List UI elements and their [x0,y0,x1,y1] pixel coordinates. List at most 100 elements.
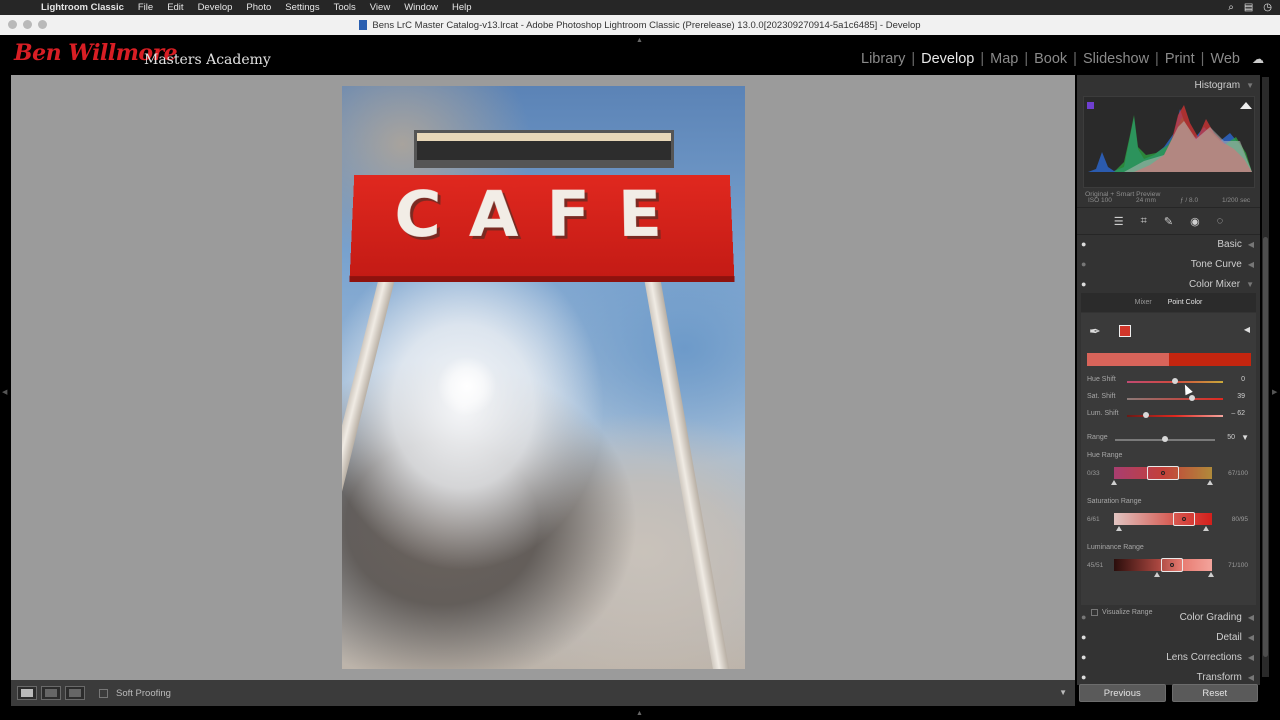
shadow-clipping-icon[interactable] [1087,102,1094,109]
minimize-window-button[interactable] [23,20,32,29]
right-panel-scrollbar[interactable] [1262,77,1269,677]
transform-panel-header[interactable]: ● Transform ◀ [1077,667,1260,685]
close-window-button[interactable] [8,20,17,29]
lum-shift-knob[interactable] [1143,412,1150,418]
scrollbar-thumb[interactable] [1263,237,1268,657]
tab-point-color[interactable]: Point Color [1168,299,1203,306]
sat-shift-knob[interactable] [1189,395,1196,401]
luminance-range-bar[interactable] [1114,558,1212,572]
menu-settings[interactable]: Settings [278,2,326,13]
hue-range-selector[interactable] [1147,466,1179,480]
eye-icon[interactable]: ● [1081,259,1086,269]
toolbar-menu-icon[interactable]: ▼ [1059,688,1067,697]
sat-shift-value[interactable]: 39 [1237,393,1245,400]
basic-label: Basic [1217,238,1242,250]
menu-develop[interactable]: Develop [191,2,240,13]
basic-panel-header[interactable]: ● Basic ◀ [1077,234,1260,254]
lum-shift-slider[interactable]: Lum. Shift – 62 [1087,409,1251,421]
panel-footer: Previous Reset [1077,684,1260,706]
color-swatch[interactable] [1119,325,1131,337]
tone-curve-label: Tone Curve [1190,258,1242,270]
tone-curve-panel-header[interactable]: ● Tone Curve ◀ [1077,254,1260,274]
module-library[interactable]: Library [861,51,905,67]
sat-shift-label: Sat. Shift [1087,393,1116,400]
module-book[interactable]: Book [1034,51,1067,67]
saturation-range-left-handle[interactable] [1116,526,1122,531]
eyedropper-icon[interactable]: ✒ [1089,323,1105,339]
iso-value: ISO 100 [1088,197,1112,204]
module-develop[interactable]: Develop [921,51,974,67]
histogram-header[interactable]: Histogram ▼ [1077,75,1260,95]
hue-range-bar[interactable] [1114,466,1212,480]
saturation-range-right-handle[interactable] [1203,526,1209,531]
module-map[interactable]: Map [990,51,1018,67]
range-value[interactable]: 50 [1227,434,1235,441]
range-knob[interactable] [1162,436,1168,442]
tab-mixer[interactable]: Mixer [1135,299,1152,306]
hue-shift-knob[interactable] [1172,378,1178,384]
hue-shift-value[interactable]: 0 [1241,376,1245,383]
menu-tools[interactable]: Tools [327,2,363,13]
eye-icon[interactable]: ● [1081,652,1086,662]
cloud-sync-icon[interactable]: ☁ [1252,52,1264,66]
photo[interactable]: CAFE [342,86,745,669]
luminance-range-right-handle[interactable] [1208,572,1214,577]
menu-view[interactable]: View [363,2,397,13]
crop-icon[interactable]: ⌗ [1141,215,1147,228]
before-after-view-button[interactable] [41,686,61,700]
edit-sliders-icon[interactable]: ☰ [1114,215,1124,228]
masking-icon[interactable]: ◌ [1217,215,1224,227]
previous-button[interactable]: Previous [1079,684,1166,702]
luminance-range-left-handle[interactable] [1154,572,1160,577]
module-web[interactable]: Web [1210,51,1240,67]
eye-icon[interactable]: ● [1081,239,1086,249]
lum-shift-track[interactable] [1127,415,1223,417]
range-expand-icon[interactable]: ▼ [1241,433,1249,442]
menu-help[interactable]: Help [445,2,479,13]
saturation-range-selector[interactable] [1173,512,1195,526]
reset-button[interactable]: Reset [1171,684,1258,702]
menu-photo[interactable]: Photo [239,2,278,13]
lens-corrections-panel-header[interactable]: ● Lens Corrections ◀ [1077,647,1260,667]
collapse-icon: ◀ [1247,612,1254,622]
eye-icon[interactable]: ● [1081,612,1086,622]
hue-shift-slider[interactable]: Hue Shift 0 [1087,375,1251,387]
image-canvas[interactable]: CAFE [11,75,1075,680]
lum-shift-value[interactable]: – 62 [1231,410,1245,417]
before-after-swap-button[interactable] [65,686,85,700]
eye-icon[interactable]: ● [1081,672,1086,682]
control-center-icon[interactable]: ▤ [1244,2,1253,13]
luminance-range-selector[interactable] [1161,558,1183,572]
menu-window[interactable]: Window [397,2,445,13]
hue-range-left-handle[interactable] [1111,480,1117,485]
menu-file[interactable]: File [131,2,160,13]
saturation-range-bar[interactable] [1114,512,1212,526]
hue-range-right-handle[interactable] [1207,480,1213,485]
histogram[interactable]: ISO 100 24 mm ƒ / 8.0 1/200 sec [1083,96,1255,204]
search-icon[interactable]: ⌕ [1228,2,1234,13]
clock-icon[interactable]: ◷ [1263,2,1272,13]
soft-proofing-checkbox[interactable] [99,688,108,698]
loupe-view-button[interactable] [17,686,37,700]
detail-panel-header[interactable]: ● Detail ◀ [1077,627,1260,647]
healing-icon[interactable]: ✎ [1164,215,1173,228]
menu-edit[interactable]: Edit [160,2,190,13]
color-mixer-panel-header[interactable]: ● Color Mixer ▼ [1077,274,1260,294]
module-print[interactable]: Print [1165,51,1195,67]
sat-shift-track[interactable] [1127,398,1223,400]
red-eye-icon[interactable]: ◉ [1190,215,1200,228]
sat-shift-slider[interactable]: Sat. Shift 39 [1087,392,1251,404]
highlight-clipping-icon[interactable] [1240,102,1252,109]
window-title-bar: Bens LrC Master Catalog-v13.lrcat - Adob… [0,15,1280,35]
module-slideshow[interactable]: Slideshow [1083,51,1149,67]
zoom-window-button[interactable] [38,20,47,29]
menu-app[interactable]: Lightroom Classic [34,2,131,13]
left-panel-toggle-icon[interactable]: ◀ [2,388,7,396]
eye-icon[interactable]: ● [1081,279,1086,289]
eye-icon[interactable]: ● [1081,632,1086,642]
bottom-panel-toggle-icon[interactable]: ▲ [636,710,643,717]
swatch-collapse-icon[interactable]: ◀ [1244,325,1250,334]
range-slider[interactable]: Range 50 ▼ [1087,433,1251,445]
color-grading-panel-header[interactable]: ● Color Grading ◀ [1077,607,1260,627]
right-panel-toggle-icon[interactable]: ▶ [1272,388,1277,396]
